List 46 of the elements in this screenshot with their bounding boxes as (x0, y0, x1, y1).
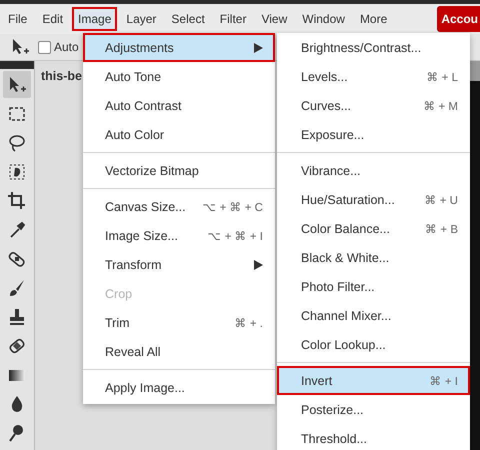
menu-item[interactable]: Hue/Saturation... ⌘ + U (277, 185, 470, 214)
document-tab[interactable]: this-be (41, 69, 82, 83)
menu-title[interactable]: File (2, 7, 34, 31)
menu-item[interactable]: Black & White... (277, 243, 470, 272)
crop-icon (7, 190, 27, 210)
menu-item[interactable]: Color Lookup... (277, 330, 470, 359)
menu-item[interactable]: Transform (83, 250, 275, 279)
menu-title[interactable]: Filter (214, 7, 252, 31)
menu-item[interactable]: Vibrance... (277, 156, 470, 185)
stamp-icon (7, 306, 27, 326)
menu-item[interactable]: Auto Contrast (83, 91, 275, 120)
menu-item[interactable]: Adjustments (83, 33, 275, 62)
move-tool-icon (7, 74, 27, 94)
menu-item[interactable]: Color Balance... ⌘ + B (277, 214, 470, 243)
checkbox[interactable] (38, 40, 51, 54)
menu-item[interactable]: Canvas Size... ⌥ + ⌘ + C (83, 192, 275, 221)
menu-item[interactable]: Channel Mixer... (277, 301, 470, 330)
account-button[interactable]: Accou (437, 6, 480, 32)
menu-item[interactable]: Posterize... (277, 395, 470, 424)
menu-item[interactable]: Brightness/Contrast... (277, 33, 470, 62)
checkbox-label: Auto (54, 40, 79, 54)
menu-title[interactable]: Select (165, 7, 211, 31)
menu-item[interactable]: Levels... ⌘ + L (277, 62, 470, 91)
panel-grip[interactable] (0, 61, 34, 69)
menu-item[interactable]: Auto Tone (83, 62, 275, 91)
menu-title[interactable]: View (255, 7, 294, 31)
tool-button[interactable] (3, 71, 31, 98)
move-tool-icon (10, 37, 30, 57)
menu-item[interactable]: Apply Image... (83, 373, 275, 402)
menu-title[interactable]: Edit (36, 7, 70, 31)
menu-title[interactable]: Image (72, 7, 118, 31)
menu-item[interactable]: Exposure... (277, 120, 470, 149)
menu-item[interactable]: Photo Filter... (277, 272, 470, 301)
menu-item[interactable]: Invert ⌘ + I (277, 366, 470, 395)
menu-item[interactable]: Trim ⌘ + . (83, 308, 275, 337)
lasso-icon (7, 132, 27, 152)
menu-item[interactable]: Curves... ⌘ + M (277, 91, 470, 120)
menu-item[interactable]: Threshold... (277, 424, 470, 450)
menu-item[interactable]: Vectorize Bitmap (83, 156, 275, 185)
menu-title[interactable]: Window (296, 7, 351, 31)
menu-item[interactable]: Image Size... ⌥ + ⌘ + I (83, 221, 275, 250)
menu-title[interactable]: More (354, 7, 394, 31)
menu-title[interactable]: Layer (120, 7, 162, 31)
selection-brush-icon (7, 162, 27, 182)
menu-item[interactable]: Reveal All (83, 337, 275, 366)
menu-item[interactable]: Auto Color (83, 120, 275, 149)
